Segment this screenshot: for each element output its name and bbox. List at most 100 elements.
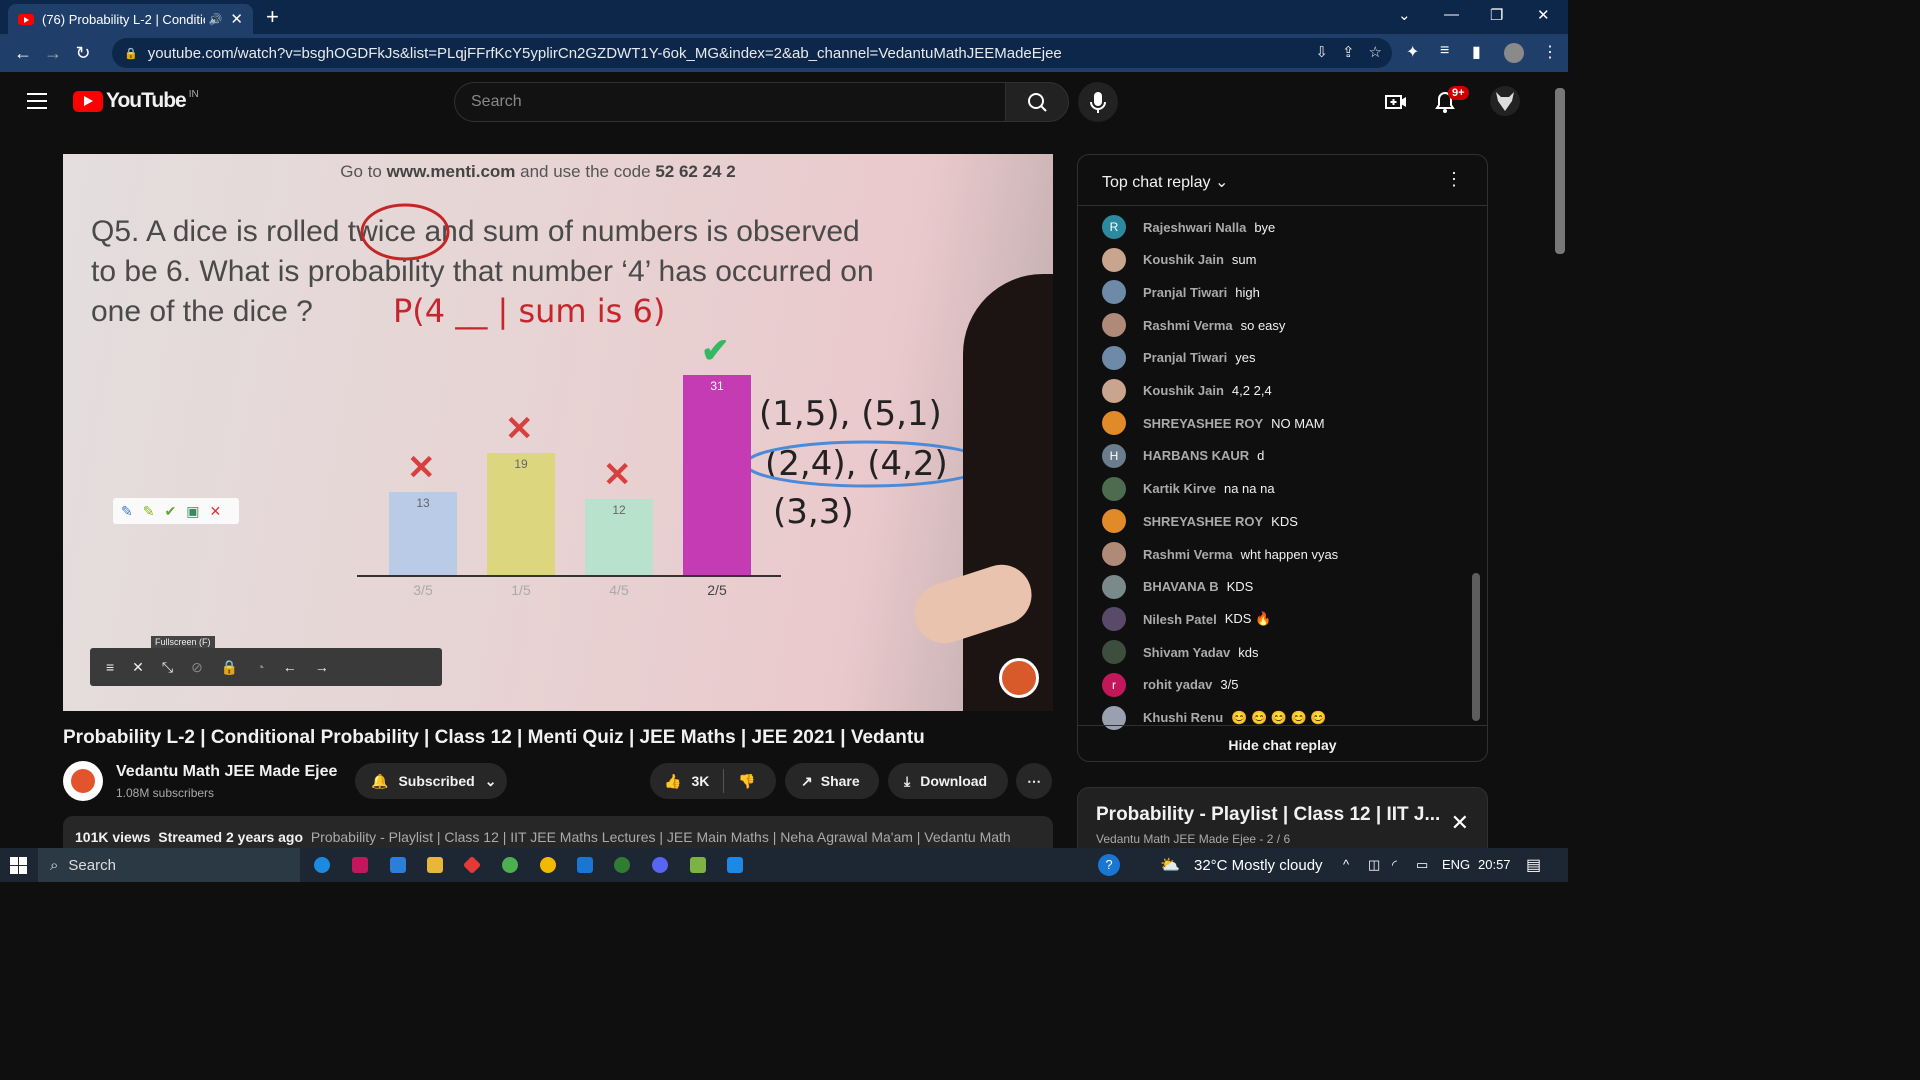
help-icon[interactable]: ? [1098,854,1120,876]
language-indicator[interactable]: ENG [1442,857,1470,872]
bookmark-star-icon[interactable]: ☆ [1369,43,1382,61]
download-button[interactable]: ⤓ Download [888,763,1008,799]
highlighter-icon[interactable]: ✎ [143,503,155,520]
reading-list-icon[interactable]: ≡ [1440,42,1449,60]
close-playlist-icon[interactable]: ✕ [1451,810,1469,836]
create-video-icon[interactable] [1384,90,1408,114]
share-page-icon[interactable]: ⇪ [1342,43,1355,61]
pen-toolbar[interactable]: ✎ ✎ ✔ ▣ ✕ [113,498,239,524]
chat-message[interactable]: Nilesh Patel KDS 🔥 [1102,607,1271,632]
subscribed-button[interactable]: 🔔 Subscribed ⌄ [355,763,507,799]
chat-message[interactable]: R Rajeshwari Nalla bye [1102,215,1275,239]
extensions-icon[interactable]: ✦ [1406,42,1419,62]
chat-message[interactable]: Koushik Jain sum [1102,247,1256,272]
chat-message[interactable]: Rashmi Verma so easy [1102,313,1285,338]
chat-mode-dropdown[interactable]: Top chat replay ⌄ [1102,174,1228,191]
weather-text[interactable]: 32°C Mostly cloudy [1194,857,1323,874]
tray-chevron-icon[interactable]: ^ [1343,857,1349,872]
search-button[interactable] [1005,82,1069,122]
chat-menu-icon[interactable]: ⋮ [1445,169,1463,190]
chat-scrollbar[interactable] [1472,573,1480,721]
check-tool-icon[interactable]: ✔ [164,503,176,520]
hide-results-icon[interactable]: ⊘ [191,659,203,676]
chat-message[interactable]: BHAVANA B KDS [1102,574,1253,599]
start-countdown-icon[interactable]: ◔ [256,659,264,675]
chat-author[interactable]: BHAVANA B [1143,579,1219,594]
back-icon[interactable]: ← [8,43,38,64]
save-tool-icon[interactable]: ▣ [186,503,199,520]
chat-author[interactable]: Rajeshwari Nalla [1143,220,1246,235]
chat-author[interactable]: Khushi Renu [1143,710,1223,725]
chat-message[interactable]: Kartik Kirve na na na [1102,476,1275,501]
channel-name[interactable]: Vedantu Math JEE Made Ejee [116,763,337,781]
restore-icon[interactable]: ❐ [1490,6,1503,24]
network-icon[interactable]: ◫ [1368,857,1380,873]
account-avatar[interactable] [1490,86,1520,116]
youtube-logo[interactable]: YouTube IN [73,89,199,113]
reload-icon[interactable]: ↻ [68,43,98,64]
chat-message[interactable]: Koushik Jain 4,2 2,4 [1102,378,1272,403]
address-bar[interactable]: 🔒 youtube.com/watch?v=bsghOGDFkJs&list=P… [112,38,1392,68]
windows-start-icon[interactable] [10,857,27,874]
wifi-icon[interactable]: ◜ [1392,857,1397,873]
xbox-icon[interactable] [614,857,630,873]
like-button[interactable]: 👍 3K [664,773,709,790]
next-slide-icon[interactable]: → [315,659,329,675]
chat-author[interactable]: SHREYASHEE ROY [1143,514,1263,529]
close-voting-icon[interactable]: 🔒 [221,659,238,676]
chrome-menu-icon[interactable]: ⋮ [1542,42,1558,62]
chrome-icon[interactable] [502,857,518,873]
chat-author[interactable]: HARBANS KAUR [1143,448,1249,463]
chat-author[interactable]: Nilesh Patel [1143,612,1217,627]
profile-avatar[interactable] [1504,43,1524,63]
vscode-icon[interactable] [727,857,743,873]
taskbar-search[interactable]: ⌕ Search [38,848,300,882]
page-scrollbar[interactable] [1552,72,1568,850]
chat-message[interactable]: H HARBANS KAUR d [1102,443,1264,468]
chat-author[interactable]: Kartik Kirve [1143,481,1216,496]
edge-icon[interactable] [314,857,330,873]
chrome-icon-2[interactable] [540,857,556,873]
scrollbar-thumb[interactable] [1555,88,1565,254]
menti-control-bar[interactable]: ≡ ✕ ⤡ ⊘ 🔒 ◔ ← → [90,648,442,686]
browser-tab[interactable]: (76) Probability L-2 | Conditio 🔊 ✕ [8,4,253,34]
chat-message[interactable]: SHREYASHEE ROY NO MAM [1102,411,1325,436]
hide-chat-replay-button[interactable]: Hide chat replay [1078,725,1487,761]
new-tab-icon[interactable]: + [266,4,279,30]
speaker-icon[interactable]: 🔊 [209,13,223,26]
install-icon[interactable]: ⇩ [1315,43,1328,61]
file-explorer-icon[interactable] [427,857,443,873]
search-input[interactable]: Search [454,82,1005,122]
chat-message[interactable]: Pranjal Tiwari yes [1102,345,1256,370]
chat-author[interactable]: rohit yadav [1143,677,1212,692]
exit-icon[interactable]: ✕ [132,659,144,676]
notifications-center-icon[interactable]: ▤ [1526,855,1541,875]
tab-search-icon[interactable]: ⌄ [1398,6,1411,24]
playlist-panel[interactable]: Probability - Playlist | Class 12 | IIT … [1077,787,1488,857]
app-icon[interactable] [352,857,368,873]
side-panel-icon[interactable]: ▮ [1472,42,1481,62]
chat-author[interactable]: Rashmi Verma [1143,547,1233,562]
chat-author[interactable]: Shivam Yadav [1143,645,1230,660]
menu-icon[interactable]: ≡ [106,659,114,675]
dislike-button[interactable]: 👎 [738,773,755,790]
store-icon[interactable] [390,857,406,873]
chat-message[interactable]: Rashmi Verma wht happen vyas [1102,542,1338,566]
video-player[interactable]: Go to www.menti.com and use the code 52 … [63,154,1053,711]
chat-message[interactable]: Pranjal Tiwari high [1102,280,1260,305]
discord-icon[interactable] [652,857,668,873]
minimize-presentation-icon[interactable]: ⤡ [162,659,173,676]
pen-icon[interactable]: ✎ [121,503,133,520]
chat-message[interactable]: Shivam Yadav kds [1102,640,1258,665]
voice-search-button[interactable] [1078,82,1118,122]
close-tab-icon[interactable]: ✕ [230,10,243,28]
close-tool-icon[interactable]: ✕ [209,503,221,520]
forward-icon[interactable]: → [38,43,68,64]
app-icon-3[interactable] [577,857,593,873]
minimize-icon[interactable]: — [1444,6,1459,23]
more-actions-button[interactable]: ⋯ [1016,763,1052,799]
chat-author[interactable]: Koushik Jain [1143,383,1224,398]
hamburger-menu-icon[interactable] [27,93,47,114]
chat-author[interactable]: Rashmi Verma [1143,318,1233,333]
battery-icon[interactable]: ▭ [1416,857,1428,873]
